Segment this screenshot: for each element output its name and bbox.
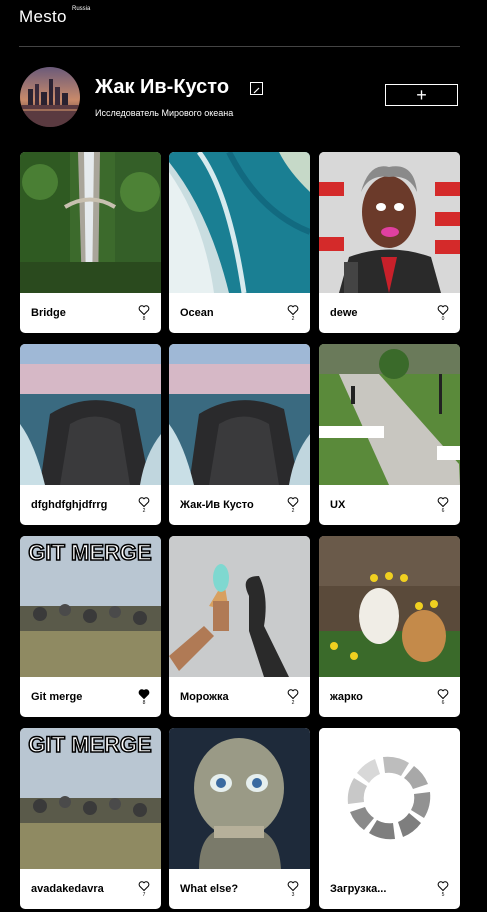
profile: Жак Ив-Кусто Исследователь Мирового океа… [20, 67, 460, 129]
card-image[interactable] [319, 344, 460, 485]
heart-icon[interactable] [437, 687, 449, 700]
card-image[interactable] [319, 536, 460, 677]
like-count: 2 [291, 316, 295, 322]
card-title: Bridge [31, 307, 66, 319]
heart-icon[interactable] [138, 879, 150, 892]
card-title: Загрузка... [330, 883, 387, 895]
card: What else? 3 [169, 728, 310, 909]
like-count: 5 [441, 892, 445, 898]
like-count: 6 [441, 508, 445, 514]
loading-spinner-icon [319, 728, 460, 869]
like-count: 0 [441, 316, 445, 322]
profile-name: Жак Ив-Кусто [95, 76, 230, 98]
card-image[interactable] [20, 344, 161, 485]
card: GIT MERGE avadakedavra 7 [20, 728, 161, 909]
card-image[interactable]: GIT MERGE [20, 728, 161, 869]
card-image[interactable] [169, 536, 310, 677]
like-count: 8 [142, 700, 146, 706]
like-count: 2 [142, 508, 146, 514]
like-count: 7 [142, 892, 146, 898]
add-card-button[interactable]: + [385, 84, 458, 106]
card: Ocean 2 [169, 152, 310, 333]
heart-icon-active[interactable] [138, 687, 150, 700]
card: Bridge 8 [20, 152, 161, 333]
card-title: dewe [330, 307, 358, 319]
meme-caption: GIT MERGE [28, 732, 151, 757]
card-image[interactable] [319, 728, 460, 869]
card-image[interactable] [319, 152, 460, 293]
like-count: 2 [291, 700, 295, 706]
card-title: Git merge [31, 691, 83, 703]
card-title: жарко [330, 691, 363, 703]
heart-icon[interactable] [287, 687, 299, 700]
card-image[interactable] [169, 152, 310, 294]
card-title: Жак-Ив Кусто [180, 499, 254, 511]
heart-icon[interactable] [287, 495, 299, 508]
card-title: Морожка [180, 691, 229, 703]
card-image[interactable] [169, 344, 310, 485]
logo: Mesto [19, 7, 67, 26]
card-image[interactable] [169, 728, 310, 869]
like-count: 8 [142, 316, 146, 322]
card-title: dfghdfghjdfrrg [31, 499, 108, 511]
heart-icon[interactable] [138, 495, 150, 508]
card: жарко 6 [319, 536, 460, 717]
card: Жак-Ив Кусто 2 [169, 344, 310, 525]
like-count: 6 [441, 700, 445, 706]
card: UX 6 [319, 344, 460, 525]
heart-icon[interactable] [287, 879, 299, 892]
card: dewe 0 [319, 152, 460, 333]
card-image[interactable] [20, 152, 161, 293]
card: Загрузка... 5 [319, 728, 460, 909]
heart-icon[interactable] [287, 303, 299, 316]
avatar[interactable] [20, 67, 80, 127]
logo-region: Russia [72, 6, 91, 12]
card-image[interactable]: GIT MERGE [20, 536, 161, 677]
card-title: Ocean [180, 307, 214, 319]
card-title: What else? [180, 883, 239, 895]
heart-icon[interactable] [437, 303, 449, 316]
heart-icon[interactable] [437, 495, 449, 508]
like-count: 2 [291, 508, 295, 514]
heart-icon[interactable] [437, 879, 449, 892]
meme-caption: GIT MERGE [28, 540, 151, 565]
like-count: 3 [291, 892, 295, 898]
card: Морожка 2 [169, 536, 310, 717]
header: Mesto Russia [19, 0, 460, 47]
card-title: UX [330, 499, 346, 511]
card: GIT MERGE Git merge 8 [20, 536, 161, 717]
edit-icon[interactable] [250, 82, 263, 95]
profile-about: Исследователь Мирового океана [95, 108, 234, 118]
heart-icon[interactable] [138, 303, 150, 316]
card: dfghdfghjdfrrg 2 [20, 344, 161, 525]
card-title: avadakedavra [31, 883, 104, 895]
